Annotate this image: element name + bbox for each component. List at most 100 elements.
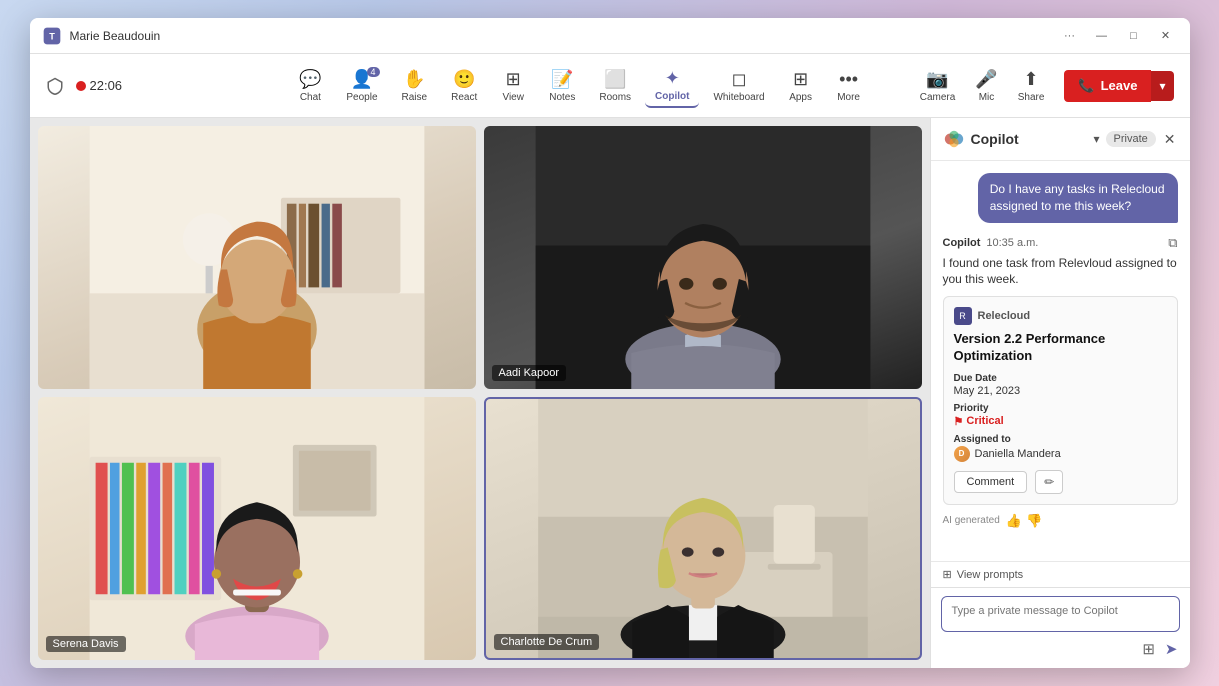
copilot-msg-header: Copilot 10:35 a.m. ⧉ — [943, 235, 1178, 251]
task-priority-field: Priority ⚑ Critical — [954, 403, 1167, 428]
copilot-bot-message: Copilot 10:35 a.m. ⧉ I found one task fr… — [943, 235, 1178, 529]
teams-window: T Marie Beaudouin ··· — □ ✕ 22:06 💬 Chat — [30, 18, 1190, 668]
window-title: Marie Beaudouin — [70, 29, 1058, 43]
edit-button[interactable]: ✏ — [1035, 470, 1063, 494]
copilot-dropdown-button[interactable]: ▾ — [1093, 132, 1099, 146]
shield-icon — [46, 77, 64, 95]
task-due-date-field: Due Date May 21, 2023 — [954, 373, 1167, 397]
toolbar-item-apps[interactable]: ⊞ Apps — [779, 65, 823, 107]
task-title: Version 2.2 Performance Optimization — [954, 331, 1167, 365]
task-card-header: R Relecloud — [954, 307, 1167, 325]
task-assigned-value: D Daniella Mandera — [954, 446, 1167, 462]
more-label: More — [837, 92, 860, 103]
copilot-input[interactable] — [941, 596, 1180, 632]
chat-label: Chat — [300, 92, 321, 103]
task-assigned-label: Assigned to — [954, 434, 1167, 445]
share-icon: ⬆ — [1024, 69, 1039, 90]
toolbar-right: 📷 Camera 🎤 Mic ⬆ Share 📞 Leave ▾ — [914, 65, 1174, 107]
critical-text: Critical — [966, 415, 1003, 427]
toolbar: 22:06 💬 Chat 👤 People 4 ✋ Raise 🙂 React — [30, 54, 1190, 118]
copilot-messages: Do I have any tasks in Relecloud assigne… — [931, 161, 1190, 561]
toolbar-item-more[interactable]: ••• More — [827, 65, 871, 107]
thumbs-down-button[interactable]: 👎 — [1026, 513, 1042, 529]
view-label: View — [502, 92, 524, 103]
more-options-button[interactable]: ··· — [1058, 24, 1082, 48]
task-assigned-field: Assigned to D Daniella Mandera — [954, 434, 1167, 462]
camera-label: Camera — [920, 92, 956, 103]
task-card: R Relecloud Version 2.2 Performance Opti… — [943, 296, 1178, 505]
participant-label-p3: Serena Davis — [46, 636, 126, 652]
minimize-button[interactable]: — — [1090, 24, 1114, 48]
rooms-label: Rooms — [599, 92, 631, 103]
share-label: Share — [1018, 92, 1045, 103]
task-actions: Comment ✏ — [954, 470, 1167, 494]
video-cell-p4: Charlotte De Crum — [484, 397, 922, 660]
leave-button-group: 📞 Leave ▾ — [1064, 70, 1173, 102]
camera-button[interactable]: 📷 Camera — [912, 65, 964, 107]
toolbar-item-view[interactable]: ⊞ View — [491, 65, 535, 107]
view-prompts-icon: ⊞ — [943, 568, 952, 581]
thumbs-up-button[interactable]: 👍 — [1006, 513, 1022, 529]
comment-button[interactable]: Comment — [954, 471, 1028, 493]
share-button[interactable]: ⬆ Share — [1010, 65, 1053, 107]
notes-icon: 📝 — [551, 69, 573, 90]
svg-text:T: T — [49, 31, 55, 41]
copy-message-button[interactable]: ⧉ — [1168, 235, 1177, 251]
camera-icon: 📷 — [926, 69, 948, 90]
copilot-close-button[interactable]: ✕ — [1162, 129, 1178, 150]
toolbar-item-notes[interactable]: 📝 Notes — [539, 65, 585, 107]
raise-label: Raise — [402, 92, 428, 103]
private-badge: Private — [1106, 131, 1156, 147]
copilot-header: Copilot ▾ Private ✕ — [931, 118, 1190, 161]
raise-icon: ✋ — [403, 69, 425, 90]
participant-4-avatar — [486, 399, 920, 658]
leave-main-button[interactable]: 📞 Leave — [1064, 70, 1151, 102]
copilot-panel-title: Copilot — [971, 131, 1088, 147]
title-bar: T Marie Beaudouin ··· — □ ✕ — [30, 18, 1190, 54]
participant-1-avatar — [38, 126, 476, 389]
toolbar-item-whiteboard[interactable]: ◻ Whiteboard — [703, 65, 774, 107]
maximize-button[interactable]: □ — [1122, 24, 1146, 48]
copilot-panel: Copilot ▾ Private ✕ Do I have any tasks … — [930, 118, 1190, 668]
toolbar-item-copilot[interactable]: ✦ Copilot — [645, 64, 699, 108]
copilot-timestamp: 10:35 a.m. — [986, 237, 1038, 249]
video-cell-p3: Serena Davis — [38, 397, 476, 660]
task-app-icon: R — [954, 307, 972, 325]
input-apps-button[interactable]: ⊞ — [1140, 638, 1157, 660]
main-content: Aadi Kapoor — [30, 118, 1190, 668]
video-cell-p2: Aadi Kapoor — [484, 126, 922, 389]
ai-generated-footer: AI generated 👍 👎 — [943, 513, 1178, 529]
toolbar-item-rooms[interactable]: ⬜ Rooms — [589, 65, 641, 107]
recording-badge: 22:06 — [76, 78, 123, 93]
view-prompts-button[interactable]: ⊞ View prompts — [931, 561, 1190, 587]
whiteboard-label: Whiteboard — [713, 92, 764, 103]
task-due-date-label: Due Date — [954, 373, 1167, 384]
leave-dropdown-button[interactable]: ▾ — [1151, 71, 1173, 101]
copilot-toolbar-icon: ✦ — [665, 68, 680, 89]
toolbar-item-chat[interactable]: 💬 Chat — [288, 65, 332, 107]
send-message-button[interactable]: ➤ — [1163, 638, 1180, 660]
people-badge: 4 — [367, 67, 380, 77]
recording-dot — [76, 81, 86, 91]
assignee-avatar: D — [954, 446, 970, 462]
toolbar-item-raise[interactable]: ✋ Raise — [392, 65, 438, 107]
apps-label: Apps — [789, 92, 812, 103]
mic-icon: 🎤 — [975, 69, 997, 90]
toolbar-left: 22:06 — [46, 77, 246, 95]
user-message-bubble: Do I have any tasks in Relecloud assigne… — [978, 173, 1178, 223]
close-button[interactable]: ✕ — [1154, 24, 1178, 48]
rooms-icon: ⬜ — [604, 69, 626, 90]
chat-icon: 💬 — [299, 69, 321, 90]
toolbar-item-people[interactable]: 👤 People 4 — [336, 65, 387, 107]
task-due-date-value: May 21, 2023 — [954, 385, 1167, 397]
leave-label: Leave — [1101, 78, 1138, 93]
ai-feedback-buttons: 👍 👎 — [1006, 513, 1042, 529]
mic-label: Mic — [979, 92, 995, 103]
toolbar-item-react[interactable]: 🙂 React — [441, 65, 487, 107]
critical-flag-icon: ⚑ — [954, 415, 964, 428]
copilot-bot-name: Copilot — [943, 237, 981, 249]
ai-generated-label: AI generated — [943, 515, 1000, 526]
toolbar-center: 💬 Chat 👤 People 4 ✋ Raise 🙂 React ⊞ View — [246, 64, 914, 108]
video-grid: Aadi Kapoor — [30, 118, 930, 668]
mic-button[interactable]: 🎤 Mic — [967, 65, 1005, 107]
